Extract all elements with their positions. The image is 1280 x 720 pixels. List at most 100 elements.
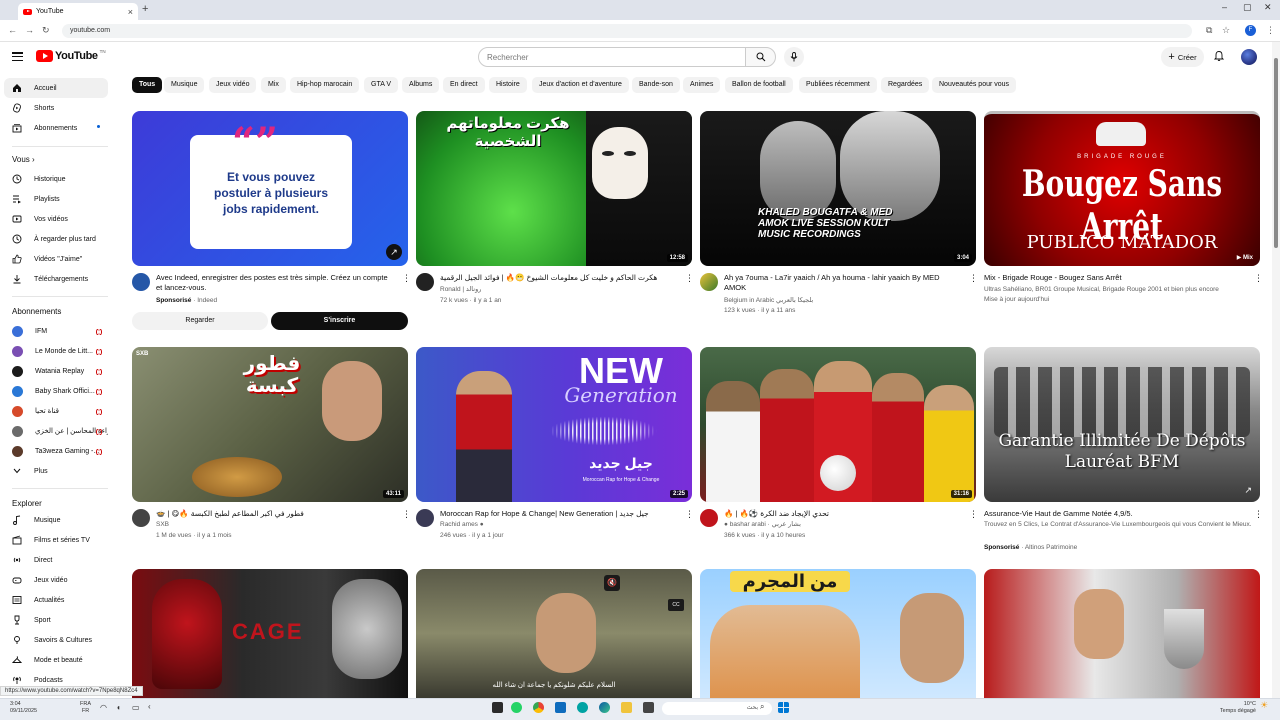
- channel-avatar[interactable]: [132, 509, 150, 527]
- mute-icon[interactable]: 🔇: [604, 575, 620, 591]
- sidebar-item-playlists[interactable]: Playlists: [4, 189, 108, 209]
- sidebar-item-history[interactable]: Historique: [4, 169, 108, 189]
- sidebar-item-your-videos[interactable]: Vos vidéos: [4, 209, 108, 229]
- video-thumbnail[interactable]: هكرت معلوماتهم الشخصية 12:58: [416, 111, 692, 266]
- captions-icon[interactable]: CC: [668, 599, 684, 611]
- chip-new-to-you[interactable]: Nouveautés pour vous: [932, 77, 1017, 93]
- more-options-icon[interactable]: ⋮: [1254, 510, 1263, 519]
- chip-action-adventure[interactable]: Jeux d'action et d'aventure: [532, 77, 629, 93]
- video-thumbnail[interactable]: KHALED BOUGATFA & MED AMOK LIVE SESSION …: [700, 111, 976, 266]
- page-scrollbar-thumb[interactable]: [1274, 58, 1278, 248]
- whatsapp-icon[interactable]: [511, 702, 522, 713]
- video-title[interactable]: Avec Indeed, enregistrer des postes est …: [156, 273, 392, 293]
- video-title[interactable]: Moroccan Rap for Hope & Change| New Gene…: [440, 509, 676, 519]
- channel-avatar[interactable]: [132, 273, 150, 291]
- chip-soundtrack[interactable]: Bande-son: [632, 77, 680, 93]
- sidebar-sub-item[interactable]: قراءة المحاسن | عن الخزي: [4, 421, 108, 441]
- browser-tab[interactable]: YouTube ×: [18, 3, 138, 20]
- sidebar-item-liked-videos[interactable]: Vidéos "J'aime": [4, 249, 108, 269]
- channel-name[interactable]: bashar arabi · بشار عربي: [730, 521, 801, 528]
- more-options-icon[interactable]: ⋮: [1254, 274, 1263, 283]
- file-explorer-icon[interactable]: [621, 702, 632, 713]
- chip-football[interactable]: Ballon de football: [725, 77, 793, 93]
- sidebar-item-music[interactable]: Musique: [4, 510, 108, 530]
- video-title[interactable]: Mix - Brigade Rouge - Bougez Sans Arrêt: [984, 273, 1220, 283]
- channel-avatar[interactable]: [700, 509, 718, 527]
- chrome-icon[interactable]: [533, 702, 544, 713]
- task-view-icon[interactable]: [492, 702, 503, 713]
- account-avatar[interactable]: [1241, 49, 1257, 65]
- url-field[interactable]: youtube.com: [62, 24, 1192, 38]
- chip-mix[interactable]: Mix: [261, 77, 286, 93]
- chip-gta-v[interactable]: GTA V: [364, 77, 399, 93]
- minimize-icon[interactable]: –: [1222, 2, 1227, 12]
- chip-moroccan-hiphop[interactable]: Hip-hop marocain: [290, 77, 360, 93]
- window-close-icon[interactable]: ✕: [1264, 2, 1272, 13]
- language-indicator[interactable]: FRA FR: [80, 701, 91, 715]
- forward-icon[interactable]: →: [25, 25, 34, 35]
- sidebar-sub-item[interactable]: Watania Replay: [4, 361, 108, 381]
- chip-video-games[interactable]: Jeux vidéo: [209, 77, 257, 93]
- create-button[interactable]: + Créer: [1161, 47, 1204, 67]
- maximize-icon[interactable]: ▢: [1243, 2, 1252, 13]
- channel-name[interactable]: Ronald | رونالد: [440, 285, 676, 295]
- search-input[interactable]: Rechercher: [478, 47, 746, 67]
- tray-chevron-icon[interactable]: ‹: [148, 703, 151, 711]
- video-thumbnail[interactable]: من المجرم: [700, 569, 976, 698]
- notifications-bell-icon[interactable]: [1213, 50, 1225, 63]
- volume-icon[interactable]: ◖: [116, 704, 121, 712]
- sidebar-sub-item[interactable]: قناة تحيا: [4, 401, 108, 421]
- video-thumbnail[interactable]: SXB فطور كبسة 43:11: [132, 347, 408, 502]
- video-thumbnail[interactable]: [984, 569, 1260, 698]
- weather-widget[interactable]: 10°C Temps dégagé: [1212, 701, 1256, 715]
- more-options-icon[interactable]: ⋮: [402, 510, 411, 519]
- close-tab-icon[interactable]: ×: [128, 7, 133, 17]
- channel-name[interactable]: Belgium in Arabic بلجيكا بالعربي: [724, 296, 960, 306]
- video-thumbnail-ad[interactable]: “” Et vous pouvez postuler à plusieurs j…: [132, 111, 408, 266]
- edge-icon[interactable]: [599, 702, 610, 713]
- sidebar-item-live[interactable]: Direct: [4, 550, 108, 570]
- sidebar-item-subscriptions[interactable]: Abonnements: [4, 118, 108, 138]
- taskbar-clock[interactable]: 3:04 09/11/2025: [10, 701, 37, 715]
- sidebar-item-downloads[interactable]: Téléchargements: [4, 269, 108, 289]
- sidebar-item-movies[interactable]: Films et séries TV: [4, 530, 108, 550]
- windows-start-icon[interactable]: [778, 702, 789, 713]
- sidebar-item-sports[interactable]: Sport: [4, 610, 108, 630]
- install-app-icon[interactable]: ⧉: [1206, 25, 1212, 36]
- browser-profile-icon[interactable]: F: [1245, 25, 1256, 36]
- sidebar-sub-item[interactable]: IFM: [4, 321, 108, 341]
- video-thumbnail[interactable]: 🔇 CC السلام عليكم شلونكم يا جماعة ان شاء…: [416, 569, 692, 698]
- store-icon[interactable]: [643, 702, 654, 713]
- sidebar-item-fashion[interactable]: Mode et beauté: [4, 650, 108, 670]
- video-title[interactable]: هكرت الحاكم و خليت كل معلومات الشيوخ 😬🔥 …: [440, 273, 676, 283]
- bookmark-star-icon[interactable]: ☆: [1222, 25, 1230, 36]
- sidebar-item-shorts[interactable]: Shorts: [4, 98, 108, 118]
- more-options-icon[interactable]: ⋮: [685, 510, 694, 519]
- chip-albums[interactable]: Albums: [402, 77, 440, 93]
- sidebar-sub-item[interactable]: Baby Shark Offici...: [4, 381, 108, 401]
- sidebar-item-home[interactable]: Accueil: [4, 78, 108, 98]
- chip-all[interactable]: Tous: [132, 77, 163, 93]
- reload-icon[interactable]: ↻: [42, 25, 50, 36]
- more-options-icon[interactable]: ⋮: [969, 274, 978, 283]
- video-thumbnail[interactable]: CAGE: [132, 569, 408, 698]
- more-options-icon[interactable]: ⋮: [685, 274, 694, 283]
- sidebar-item-learning[interactable]: Savoirs & Cultures: [4, 630, 108, 650]
- video-title[interactable]: فطور في اكبر المطاعم لطبخ الكبسة 🔥😋 | 🍲: [156, 509, 392, 519]
- calculator-icon[interactable]: [555, 702, 566, 713]
- signup-button[interactable]: S'inscrire: [271, 312, 408, 330]
- chip-watched[interactable]: Regardées: [881, 77, 930, 93]
- channel-name[interactable]: Rachid ames: [440, 521, 478, 528]
- chip-anime[interactable]: Animes: [683, 77, 721, 93]
- video-thumbnail[interactable]: BRIGADE ROUGE Bougez Sans Arrêt PUBLICO …: [984, 111, 1260, 266]
- channel-name[interactable]: SXB: [156, 520, 392, 530]
- sidebar-you-heading[interactable]: Vous ›: [12, 155, 35, 164]
- video-thumbnail[interactable]: NEW Generation جيل جديد Moroccan Rap for…: [416, 347, 692, 502]
- browser-menu-icon[interactable]: ⋮: [1266, 25, 1275, 36]
- more-options-icon[interactable]: ⋮: [969, 510, 978, 519]
- chip-history[interactable]: Histoire: [489, 77, 527, 93]
- sidebar-item-show-more[interactable]: Plus: [4, 461, 108, 481]
- channel-avatar[interactable]: [416, 509, 434, 527]
- video-title[interactable]: تحدي الإيجاد ضد الكرة ⚽🔥 | 🔥: [724, 509, 960, 519]
- more-options-icon[interactable]: ⋮: [402, 274, 411, 283]
